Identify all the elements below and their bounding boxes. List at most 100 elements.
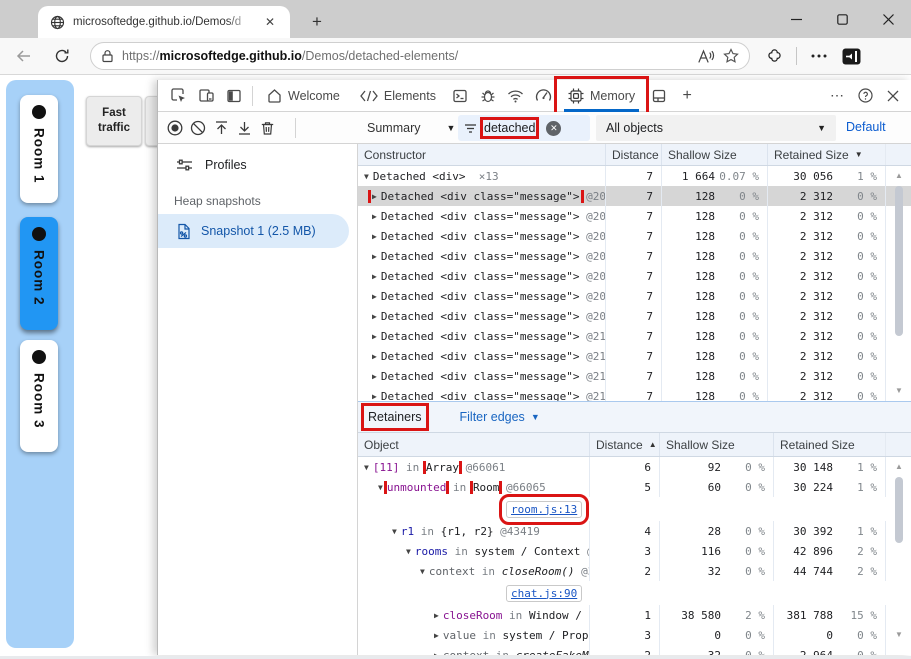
retainer-row[interactable]: ▶context in createFakeMessag2320 %2 9640… [358,645,911,655]
delete-profile-icon[interactable] [255,115,279,141]
expander-icon[interactable]: ▶ [434,631,439,640]
debug-bug-icon[interactable] [474,83,502,109]
expander-icon[interactable]: ▼ [378,483,383,492]
clear-filter-icon[interactable]: ✕ [546,121,561,136]
column-header-shallow-size[interactable]: Shallow Size [661,144,767,165]
retainer-row[interactable]: ▼[11] in Array @660616920 %30 1481 % [358,457,911,477]
scroll-up-icon[interactable]: ▲ [892,170,906,182]
browser-essentials-icon[interactable] [760,42,788,70]
settings-menu-icon[interactable] [805,42,833,70]
expander-icon[interactable]: ▼ [364,172,369,181]
retainer-row[interactable]: ▼unmounted in Room @660655600 %30 2241 % [358,477,911,497]
object-selection-select[interactable]: All objects ▼ [596,115,836,141]
retainer-row[interactable]: ▼context in closeRoom() @3232320 %44 744… [358,561,911,581]
scroll-down-icon[interactable]: ▼ [892,629,906,641]
tab-welcome[interactable]: Welcome [257,80,350,112]
expander-icon[interactable]: ▶ [372,332,377,341]
heap-object-row[interactable]: ▶Detached <div class="message"> @2100712… [358,326,911,346]
expander-icon[interactable]: ▶ [372,192,377,201]
source-location-link[interactable]: room.js:13 [506,501,582,518]
inspect-element-icon[interactable] [164,83,192,109]
column-header-shallow-size[interactable]: Shallow Size [659,433,773,456]
retainer-row[interactable]: ▼rooms in system / Context @3831160 %42 … [358,541,911,561]
default-link[interactable]: Default [846,120,886,134]
new-tab-button[interactable]: + [305,10,329,34]
load-profile-icon[interactable] [209,115,233,141]
heap-object-row[interactable]: ▶Detached <div class="message"> @2102712… [358,346,911,366]
expander-icon[interactable]: ▶ [372,212,377,221]
heap-object-row[interactable]: ▶Detached <div class="message"> @2097712… [358,306,911,326]
back-button[interactable] [10,42,38,70]
expander-icon[interactable]: ▼ [392,527,397,536]
expander-icon[interactable]: ▶ [372,232,377,241]
expander-icon[interactable]: ▼ [364,463,369,472]
room-3-button[interactable]: Room 3 [20,340,58,452]
sidebar-toggle-icon[interactable] [837,42,865,70]
record-heap-snapshot-icon[interactable] [163,115,187,141]
url-bar[interactable]: https://microsoftedge.github.io/Demos/de… [90,42,750,70]
expander-icon[interactable]: ▶ [372,352,377,361]
expander-icon[interactable]: ▶ [372,372,377,381]
application-icon[interactable] [645,83,673,109]
dock-side-icon[interactable] [220,83,248,109]
scroll-thumb[interactable] [895,477,903,543]
retainer-row[interactable]: ▶value in system / Proper300 %00 % [358,625,911,645]
network-icon[interactable] [502,83,530,109]
heap-object-row[interactable]: ▶Detached <div class="message"> @2086712… [358,246,911,266]
heap-object-row[interactable]: ▶Detached <div class="message"> @2120712… [358,386,911,401]
tab-memory[interactable]: Memory [558,80,645,112]
expander-icon[interactable]: ▶ [372,312,377,321]
heap-object-row[interactable]: ▶Detached <div class="message"> @2089712… [358,266,911,286]
minimize-button[interactable] [773,0,819,38]
console-icon[interactable] [446,83,474,109]
snapshot-item[interactable]: Snapshot 1 (2.5 MB) [158,214,349,248]
column-header-distance[interactable]: Distance [605,144,661,165]
room-1-button[interactable]: Room 1 [20,95,58,203]
retainers-scrollbar[interactable]: ▲ ▼ [892,433,906,655]
expander-icon[interactable]: ▶ [372,292,377,301]
expander-icon[interactable]: ▼ [420,567,425,576]
save-profile-icon[interactable] [232,115,256,141]
column-header-distance[interactable]: Distance▲ [589,433,659,456]
refresh-button[interactable] [48,42,76,70]
expander-icon[interactable]: ▶ [434,651,439,656]
source-location-link[interactable]: chat.js:90 [506,585,582,602]
devtools-more-menu-icon[interactable]: ⋯ [823,83,851,109]
heap-object-row[interactable]: ▶Detached <div class="message"> @2084712… [358,226,911,246]
scroll-down-icon[interactable]: ▼ [892,385,906,397]
more-tabs-icon[interactable]: + [673,83,701,109]
device-emulation-icon[interactable] [192,83,220,109]
scroll-thumb[interactable] [895,186,903,336]
maximize-button[interactable] [819,0,865,38]
read-aloud-icon[interactable] [697,49,715,64]
column-header-constructor[interactable]: Constructor [358,144,605,165]
class-filter-field[interactable]: detached ✕ [458,115,590,141]
browser-tab[interactable]: microsoftedge.github.io/Demos/d ✕ [38,6,290,38]
perspective-select[interactable]: Summary ▼ [361,116,461,140]
fast-traffic-button[interactable]: Fast traffic [86,96,142,146]
constructor-group-row[interactable]: ▼Detached <div> ×1371 6640.07 %30 0561 % [358,166,911,186]
clear-profiles-icon[interactable] [186,115,210,141]
filter-edges-dropdown[interactable]: Filter edges ▼ [460,410,540,424]
column-header-object[interactable]: Object [358,433,589,456]
close-window-button[interactable] [865,0,911,38]
retainer-row[interactable]: ▶closeRoom in Window / mi138 5802 %381 7… [358,605,911,625]
tab-close-icon[interactable]: ✕ [261,13,279,31]
expander-icon[interactable]: ▶ [372,272,377,281]
devtools-close-icon[interactable] [879,83,907,109]
expander-icon[interactable]: ▶ [372,252,377,261]
scroll-up-icon[interactable]: ▲ [892,461,906,473]
heap-object-row[interactable]: ▶Detached <div class="message"> @2082712… [358,206,911,226]
heap-object-row[interactable]: ▶Detached <div class="message"> @2093712… [358,286,911,306]
room-2-button[interactable]: Room 2 [20,217,58,330]
tab-elements[interactable]: Elements [350,80,446,112]
favorites-star-icon[interactable] [723,48,739,64]
expander-icon[interactable]: ▼ [406,547,411,556]
performance-icon[interactable] [530,83,558,109]
column-header-retained-size[interactable]: Retained Size▼ [767,144,885,165]
expander-icon[interactable]: ▶ [434,611,439,620]
column-header-retained-size[interactable]: Retained Size [773,433,885,456]
heap-object-row[interactable]: ▶Detached <div class="message"> @2105712… [358,366,911,386]
constructor-scrollbar[interactable]: ▲ ▼ [892,144,906,401]
expander-icon[interactable]: ▶ [372,392,377,401]
